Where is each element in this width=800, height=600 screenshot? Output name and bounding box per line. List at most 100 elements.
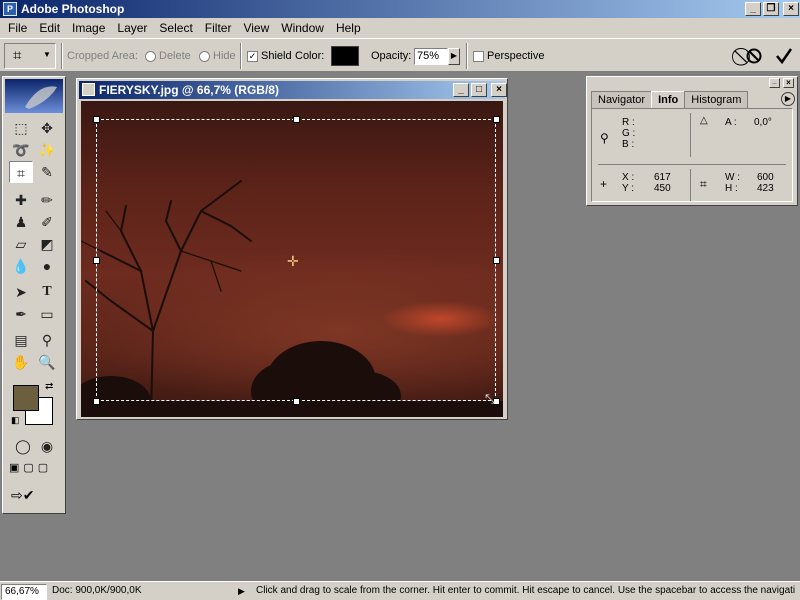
info-w-label: W : [725,172,740,183]
perspective-checkbox[interactable] [473,50,484,62]
screen-mode-icons[interactable]: ▣▢▢ [9,461,52,474]
info-hdivider [598,164,786,165]
eyedropper-tool-icon[interactable]: ⚲ [35,329,59,351]
menu-help[interactable]: Help [330,21,367,35]
clone-stamp-tool-icon[interactable]: ♟ [9,211,33,233]
swap-colors-icon[interactable]: ⇄ [45,381,53,392]
palette-title-bar[interactable]: _ × [587,77,797,89]
crop-handle-sw[interactable] [93,398,100,405]
cancel-icon[interactable] [745,47,763,65]
close-button[interactable]: × [783,2,799,16]
info-h-value: 423 [757,183,774,194]
pen-tool-icon[interactable]: ✒ [9,303,33,325]
minimize-button[interactable]: _ [745,2,761,16]
crop-handle-w[interactable] [93,257,100,264]
magic-wand-tool-icon[interactable]: ✨ [35,139,59,161]
opacity-input[interactable]: 75% [414,47,448,65]
options-bar: ⌗ ▼ Cropped Area: Delete Hide ✓ Shield C… [0,38,800,72]
app-title: Adobe Photoshop [21,2,125,16]
paint-bucket-tool-icon[interactable]: ◩ [35,233,59,255]
shape-tool-icon[interactable]: ▭ [35,303,59,325]
crosshair-icon: + [600,177,608,191]
status-message: Click and drag to scale from the corner.… [256,585,796,596]
cropped-area-label: Cropped Area: [67,50,138,62]
menu-select[interactable]: Select [153,21,198,35]
move-tool-icon[interactable]: ✥ [35,117,59,139]
shield-color-swatch[interactable] [331,46,359,66]
lasso-tool-icon[interactable]: ➰ [9,139,33,161]
type-tool-icon[interactable]: T [35,281,59,303]
shield-checkbox[interactable]: ✓ [247,50,258,62]
perspective-option[interactable]: Perspective [473,39,544,73]
tab-info[interactable]: Info [651,91,686,109]
menu-view[interactable]: View [237,21,275,35]
delete-option[interactable]: Delete [145,39,191,73]
document-title-bar[interactable]: FIERYSKY.jpg @ 66,7% (RGB/8) _ □ × [79,81,507,99]
shield-option[interactable]: ✓ Shield [247,39,292,73]
menu-edit[interactable]: Edit [33,21,66,35]
crop-handle-s[interactable] [293,398,300,405]
commit-check-icon[interactable] [775,47,793,65]
jump-to-imageready-icon[interactable]: ⇨✔ [11,487,34,504]
menu-file[interactable]: File [2,21,33,35]
delete-radio[interactable] [145,50,156,62]
history-brush-tool-icon[interactable]: ✐ [35,211,59,233]
opacity-slider-button[interactable]: ▶ [448,47,460,65]
eraser-tool-icon[interactable]: ▱ [9,233,33,255]
blur-tool-icon[interactable]: 💧 [9,255,33,277]
crop-handle-n[interactable] [293,116,300,123]
tool-preset-picker[interactable]: ⌗ ▼ [4,43,56,69]
info-divider [690,113,691,157]
menu-layer[interactable]: Layer [111,21,153,35]
standard-mode-icon[interactable]: ◯ [11,435,35,457]
restore-button[interactable]: ❐ [763,2,779,16]
dodge-tool-icon[interactable]: ● [35,255,59,277]
hand-tool-icon[interactable]: ✋ [9,351,33,373]
photoshop-app-icon: P [3,2,17,16]
info-r-label: R : [622,117,635,128]
menu-filter[interactable]: Filter [199,21,238,35]
status-menu-arrow-icon[interactable]: ▶ [238,586,245,597]
palette-minimize-button[interactable]: _ [769,78,780,88]
selection-size-icon: ⌗ [700,177,707,191]
zoom-level-input[interactable]: 66,67% [1,584,47,600]
document-size[interactable]: Doc: 900,0K/900,0K [52,585,142,596]
crop-handle-ne[interactable] [493,116,500,123]
eyedropper-icon: ⚲ [600,131,609,145]
crop-center-icon[interactable]: ✛ [287,253,299,270]
path-selection-tool-icon[interactable]: ➤ [9,281,33,303]
menu-window[interactable]: Window [275,21,330,35]
toolbox: ⬚ ✥ ➰ ✨ ⌗ ✎ ✚ ✏ ♟ ✐ ▱ ◩ 💧 ● ➤ T ✒ ▭ ▤ ⚲ … [2,76,66,514]
image-canvas[interactable]: ✛ ⤡ [81,101,503,417]
doc-minimize-button[interactable]: _ [453,83,469,97]
healing-brush-tool-icon[interactable]: ✚ [9,189,33,211]
document-window: FIERYSKY.jpg @ 66,7% (RGB/8) _ □ × ✛ ⤡ [76,78,508,420]
foreground-color-swatch[interactable] [13,385,39,411]
tab-navigator[interactable]: Navigator [591,91,653,109]
slice-tool-icon[interactable]: ✎ [35,161,59,183]
doc-maximize-button[interactable]: □ [471,83,487,97]
info-g-label: G : [622,128,636,139]
doc-close-button[interactable]: × [491,83,507,97]
tab-histogram[interactable]: Histogram [684,91,749,109]
info-panel-body: ⚲ R : G : B : △ A : 0,0° + X : 617 Y : 4… [591,108,793,202]
default-colors-icon[interactable]: ◧ [11,415,20,426]
zoom-tool-icon[interactable]: 🔍 [35,351,59,373]
brush-tool-icon[interactable]: ✏ [35,189,59,211]
palette-menu-button[interactable]: ▶ [781,92,795,106]
palette-close-button[interactable]: × [783,78,794,88]
crop-tool-icon[interactable]: ⌗ [9,161,33,183]
crop-handle-nw[interactable] [93,116,100,123]
menu-image[interactable]: Image [66,21,111,35]
quick-mask-mode-icon[interactable]: ◉ [35,435,59,457]
notes-tool-icon[interactable]: ▤ [9,329,33,351]
info-a-label: A : [725,117,737,128]
hide-option[interactable]: Hide [199,39,236,73]
info-x-value: 617 [654,172,671,183]
chevron-down-icon: ▼ [43,50,51,59]
hide-radio[interactable] [199,50,210,62]
marquee-tool-icon[interactable]: ⬚ [9,117,33,139]
menu-bar: File Edit Image Layer Select Filter View… [0,18,800,38]
crop-handle-e[interactable] [493,257,500,264]
status-bar: 66,67% Doc: 900,0K/900,0K ▶ Click and dr… [0,581,800,600]
